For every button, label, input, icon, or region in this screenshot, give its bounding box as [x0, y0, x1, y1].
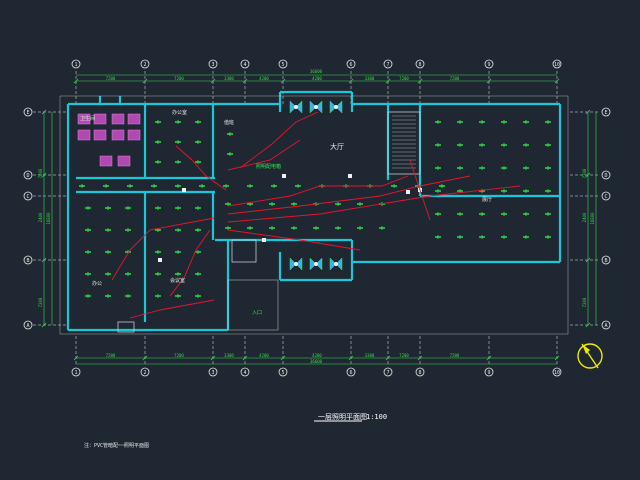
axis-label-bottom-7: 7 [386, 370, 389, 376]
axis-label-left-E: E [26, 110, 29, 116]
dim-right-total: 16800 [590, 212, 595, 225]
room-label-office-left-top: 办公室 [172, 109, 187, 116]
switch-icon-0 [282, 174, 286, 178]
drawing-title: 一层照明平面图 [318, 413, 367, 421]
room-label-entry: 入口 [252, 310, 262, 316]
axis-label-right-E: E [604, 110, 607, 116]
dim-bottom-total: 36600 [310, 359, 323, 364]
dim-top-seg-6: 7200 [399, 76, 409, 81]
dim-bottom-seg-6: 7200 [399, 353, 409, 358]
dim-top-seg-2: 3300 [224, 76, 234, 81]
axis-label-right-D: D [604, 173, 607, 179]
toilet-cubicle-7 [127, 129, 141, 141]
axis-label-bottom-4: 4 [243, 370, 246, 376]
axis-label-bottom-1: 1 [74, 370, 77, 376]
switch-icon-4 [262, 238, 266, 242]
dim-left-seg-0: 7200 [38, 168, 43, 178]
axis-label-bottom-10: 10 [554, 370, 560, 376]
axis-label-right-A: A [604, 323, 607, 329]
dim-top-seg-3: 4200 [259, 76, 269, 81]
room-label-lobby: 大厅 [330, 142, 344, 151]
dim-top-seg-7: 7200 [450, 76, 460, 81]
axis-label-top-1: 1 [74, 62, 77, 68]
drawing-scale: 1:100 [366, 413, 387, 421]
axis-label-right-B: B [604, 258, 607, 264]
axis-label-top-8: 8 [418, 62, 421, 68]
switch-icon-1 [348, 174, 352, 178]
dim-bottom-seg-7: 7200 [450, 353, 460, 358]
dim-bottom-seg-2: 3300 [224, 353, 234, 358]
dim-top-seg-5: 3300 [365, 76, 375, 81]
toilet-cubicle-1 [93, 113, 107, 125]
ceiling-fan-hub-0 [294, 105, 298, 109]
ceiling-fan-hub-4 [314, 262, 318, 266]
toilet-cubicle-8 [99, 155, 113, 167]
room-label-office-left-bottom: 办公 [92, 280, 102, 287]
toilet-cubicle-5 [93, 129, 107, 141]
axis-label-left-A: A [26, 323, 29, 329]
ceiling-fan-hub-3 [294, 262, 298, 266]
dim-top-seg-4: 4200 [312, 76, 322, 81]
axis-label-bottom-2: 2 [143, 370, 146, 376]
toilet-cubicle-9 [117, 155, 131, 167]
dim-bottom-seg-3: 4200 [259, 353, 269, 358]
dim-bottom-seg-5: 3300 [365, 353, 375, 358]
room-label-office-right: 展厅 [482, 197, 492, 203]
axis-label-bottom-5: 5 [281, 370, 284, 376]
axis-label-top-4: 4 [243, 62, 246, 68]
axis-label-top-6: 6 [349, 62, 352, 68]
axis-label-bottom-8: 8 [418, 370, 421, 376]
room-label-office-small: 值班 [224, 119, 234, 126]
axis-label-bottom-3: 3 [211, 370, 214, 376]
toilet-cubicle-2 [111, 113, 125, 125]
dim-right-seg-1: 2400 [582, 212, 587, 222]
axis-label-top-9: 9 [487, 62, 490, 68]
axis-label-left-D: D [26, 173, 29, 179]
dim-left-seg-1: 2400 [38, 212, 43, 222]
axis-label-top-2: 2 [143, 62, 146, 68]
axis-label-left-B: B [26, 258, 29, 264]
room-label-toilet: 卫生间 [80, 115, 95, 122]
axis-label-top-3: 3 [211, 62, 214, 68]
dim-right-seg-2: 7200 [582, 297, 587, 307]
ceiling-fan-hub-2 [334, 105, 338, 109]
ceiling-fan-hub-1 [314, 105, 318, 109]
dim-bottom-seg-1: 7200 [174, 353, 184, 358]
switch-icon-6 [182, 188, 186, 192]
dim-top-seg-1: 7200 [174, 76, 184, 81]
toilet-cubicle-6 [111, 129, 125, 141]
dim-right-seg-0: 7200 [582, 168, 587, 178]
dim-left-seg-2: 7200 [38, 297, 43, 307]
note-panel: 照明配电箱 [256, 163, 281, 170]
dim-left-total: 16800 [46, 212, 51, 225]
switch-icon-2 [406, 190, 410, 194]
ceiling-fan-hub-5 [334, 262, 338, 266]
axis-label-bottom-9: 9 [487, 370, 490, 376]
drawing-note: 注：PVC管暗配~~照明平面图 [84, 442, 149, 449]
floor-plan-canvas: 1 1 2 2 3 3 4 4 5 5 6 6 7 7 8 8 9 9 10 10 A A B B C C D D E E 36600 72… [0, 0, 640, 480]
toilet-cubicle-4 [77, 129, 91, 141]
switch-icon-5 [158, 258, 162, 262]
axis-label-top-5: 5 [281, 62, 284, 68]
dim-bottom-seg-0: 7200 [106, 353, 116, 358]
axis-label-right-C: C [604, 194, 607, 200]
dim-top-total: 36600 [310, 69, 323, 74]
dim-bottom-seg-4: 4200 [312, 353, 322, 358]
axis-label-left-C: C [26, 194, 29, 200]
axis-label-bottom-6: 6 [349, 370, 352, 376]
dim-top-seg-0: 7200 [106, 76, 116, 81]
room-label-office-mid-bottom: 会议室 [170, 277, 185, 284]
toilet-cubicle-3 [127, 113, 141, 125]
axis-label-top-7: 7 [386, 62, 389, 68]
axis-label-top-10: 10 [554, 62, 560, 68]
